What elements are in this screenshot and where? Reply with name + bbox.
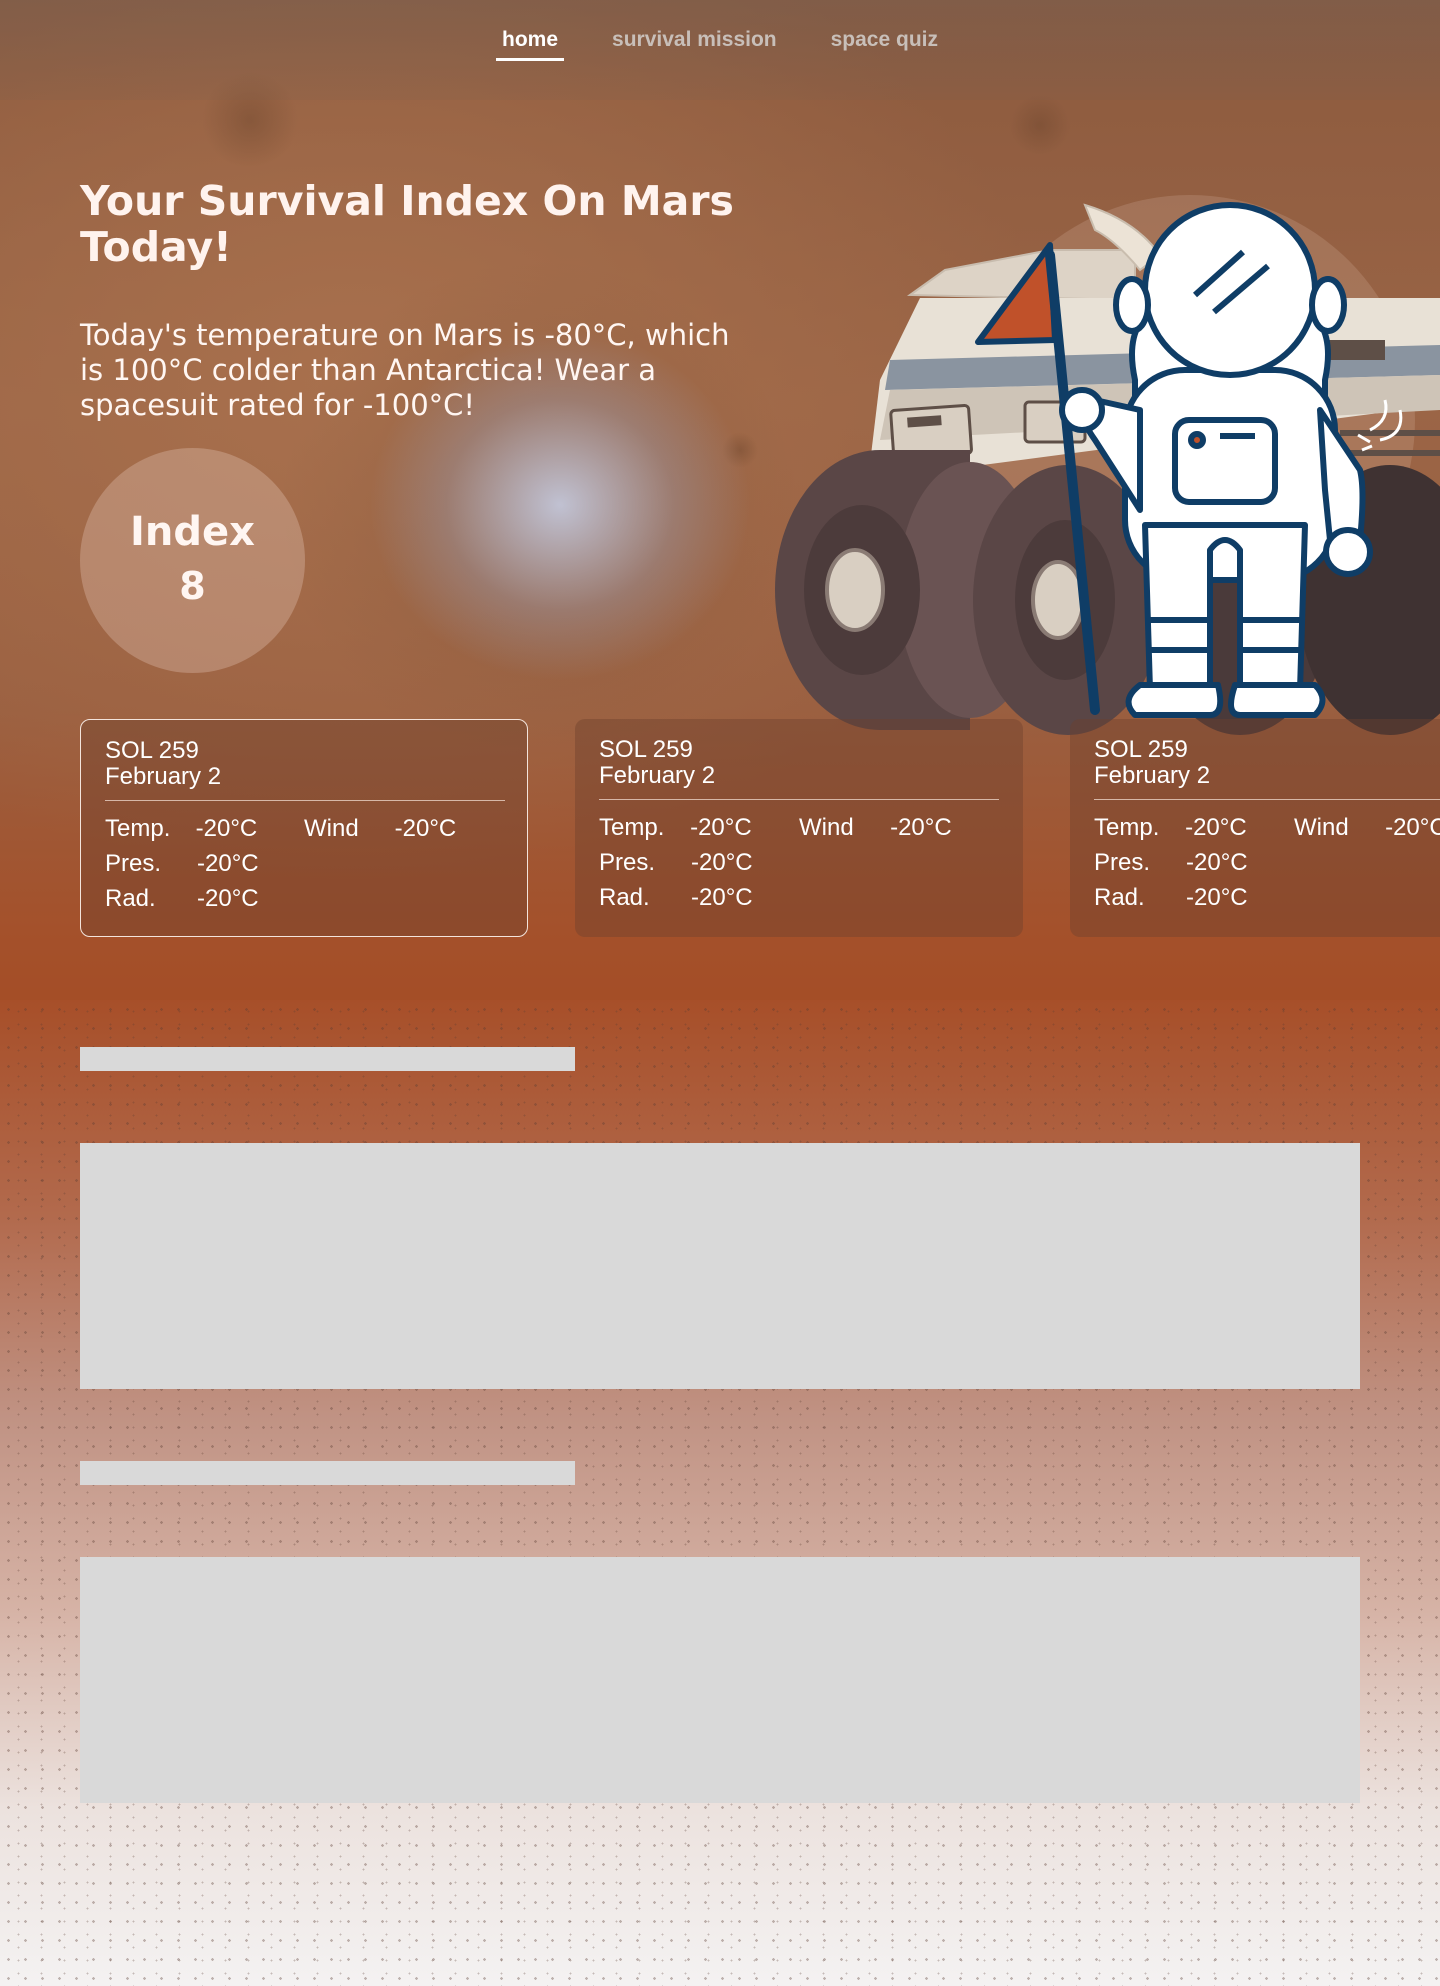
index-label: Index bbox=[130, 508, 255, 555]
pressure-label: Pres. bbox=[1094, 849, 1151, 876]
astronaut-with-flag-and-rover-icon bbox=[775, 195, 1440, 735]
sol-number: SOL 259 bbox=[599, 736, 693, 763]
temp-wind-row: Temp. -20°C Wind -20°C bbox=[1094, 810, 1440, 845]
temp-label: Temp. bbox=[1094, 814, 1160, 841]
hero-description: Today's temperature on Mars is -80°C, wh… bbox=[80, 318, 730, 422]
nav-survival-mission-link[interactable]: survival mission bbox=[606, 28, 783, 61]
sol-date: February 2 bbox=[1094, 762, 1211, 789]
wind-value: -20°C bbox=[1385, 814, 1440, 841]
sol-date: February 2 bbox=[599, 762, 716, 789]
main-nav: home survival mission space quiz bbox=[0, 28, 1440, 61]
temp-wind-row: Temp. -20°C Wind -20°C bbox=[599, 810, 999, 845]
card-divider bbox=[105, 800, 505, 801]
nav-space-quiz-link[interactable]: space quiz bbox=[825, 28, 944, 61]
survival-index-badge: Index 8 bbox=[80, 448, 305, 673]
temp-value: -20°C bbox=[195, 815, 258, 842]
pressure-value: -20°C bbox=[197, 850, 259, 877]
pressure-label: Pres. bbox=[599, 849, 656, 876]
pressure-row: Pres. -20°C bbox=[599, 845, 999, 880]
temp-label: Temp. bbox=[105, 815, 171, 842]
radiation-label: Rad. bbox=[599, 884, 650, 911]
pressure-value: -20°C bbox=[1186, 849, 1248, 876]
wind-label: Wind bbox=[799, 814, 854, 841]
section-heading-placeholder bbox=[80, 1047, 575, 1071]
content-block-placeholder bbox=[80, 1143, 1360, 1389]
radiation-row: Rad. -20°C bbox=[105, 881, 503, 916]
radiation-row: Rad. -20°C bbox=[599, 880, 999, 915]
radiation-value: -20°C bbox=[691, 884, 753, 911]
pressure-row: Pres. -20°C bbox=[1094, 845, 1440, 880]
temp-value: -20°C bbox=[1185, 814, 1247, 841]
card-divider bbox=[599, 799, 999, 800]
sol-card[interactable]: SOL 259 February 2 Temp. -20°C Wind -20°… bbox=[1070, 719, 1440, 937]
wind-label: Wind bbox=[1294, 814, 1349, 841]
sol-card[interactable]: SOL 259 February 2 Temp. -20°C Wind -20°… bbox=[575, 719, 1023, 937]
wind-value: -20°C bbox=[890, 814, 952, 841]
pressure-row: Pres. -20°C bbox=[105, 846, 503, 881]
sol-date: February 2 bbox=[105, 763, 222, 790]
nav-home-link[interactable]: home bbox=[496, 28, 565, 61]
card-divider bbox=[1094, 799, 1440, 800]
temp-value: -20°C bbox=[690, 814, 752, 841]
content-block-placeholder bbox=[80, 1557, 1360, 1803]
sol-number: SOL 259 bbox=[1094, 736, 1188, 763]
temp-wind-row: Temp. -20°C Wind -20°C bbox=[105, 811, 503, 846]
radiation-label: Rad. bbox=[105, 885, 156, 912]
radiation-value: -20°C bbox=[197, 885, 259, 912]
radiation-value: -20°C bbox=[1186, 884, 1248, 911]
pressure-value: -20°C bbox=[691, 849, 753, 876]
radiation-row: Rad. -20°C bbox=[1094, 880, 1440, 915]
temp-label: Temp. bbox=[599, 814, 665, 841]
wind-label: Wind bbox=[304, 815, 359, 842]
section-heading-placeholder bbox=[80, 1461, 575, 1485]
index-value: 8 bbox=[179, 563, 206, 608]
pressure-label: Pres. bbox=[105, 850, 162, 877]
sol-card[interactable]: SOL 259 February 2 Temp. -20°C Wind -20°… bbox=[80, 719, 528, 937]
radiation-label: Rad. bbox=[1094, 884, 1145, 911]
hero-title: Your Survival Index On Mars Today! bbox=[80, 177, 734, 271]
wind-value: -20°C bbox=[394, 815, 457, 842]
sol-number: SOL 259 bbox=[105, 737, 199, 764]
